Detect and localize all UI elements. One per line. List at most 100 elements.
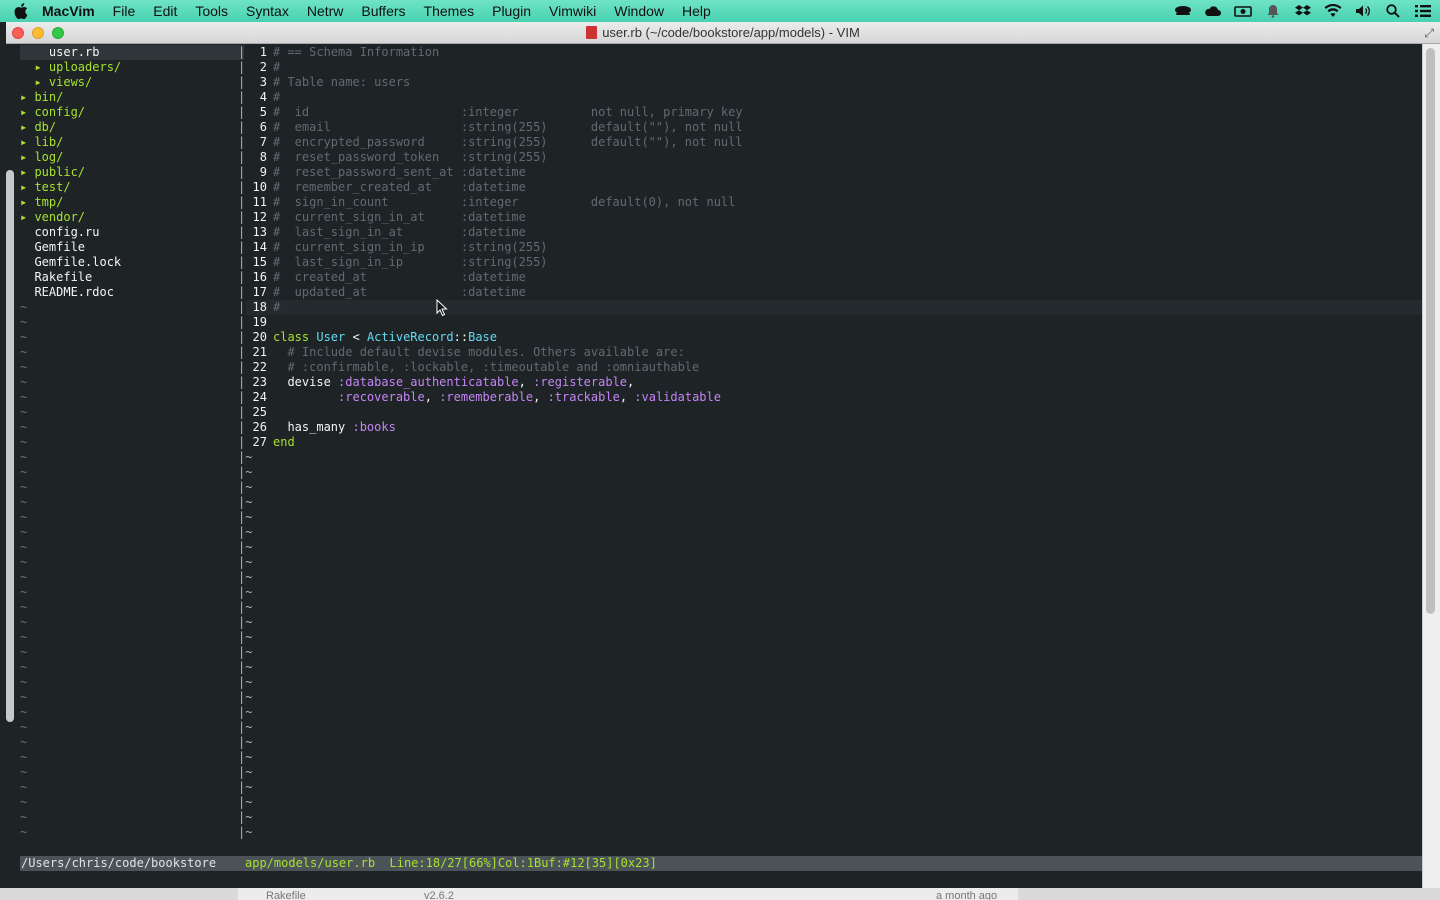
code-line[interactable]: 20 class User < ActiveRecord::Base	[246, 330, 1422, 345]
menu-themes[interactable]: Themes	[424, 3, 475, 19]
menu-edit[interactable]: Edit	[153, 3, 177, 19]
tree-directory[interactable]: ▸ views/	[20, 75, 244, 90]
tree-directory[interactable]: ▸ test/	[20, 180, 244, 195]
empty-line-marker: ~	[20, 480, 28, 494]
tree-file[interactable]: user.rb	[20, 45, 244, 60]
code-line[interactable]: 22 # :confirmable, :lockable, :timeoutab…	[246, 360, 1422, 375]
code-line[interactable]: 19	[246, 315, 1422, 330]
menu-syntax[interactable]: Syntax	[246, 3, 289, 19]
menu-window[interactable]: Window	[614, 3, 664, 19]
wifi-icon[interactable]	[1324, 4, 1342, 18]
empty-line-marker: ~	[20, 690, 28, 704]
document-icon[interactable]	[586, 26, 598, 39]
tree-entry-label: ▸ tmp/	[20, 195, 64, 209]
code-line[interactable]: 27 end	[246, 435, 1422, 450]
code-line[interactable]: 7 # encrypted_password :string(255) defau…	[246, 135, 1422, 150]
code-line[interactable]: 4 #	[246, 90, 1422, 105]
tree-directory[interactable]: ▸ tmp/	[20, 195, 244, 210]
menu-vimwiki[interactable]: Vimwiki	[549, 3, 596, 19]
code-token: class	[273, 330, 317, 344]
menu-file[interactable]: File	[113, 3, 136, 19]
split-separator-segment: |~	[238, 540, 253, 554]
code-token: # encrypted_password :string(255) defaul…	[273, 135, 743, 149]
menu-app-name[interactable]: MacVim	[42, 3, 95, 19]
menu-buffers[interactable]: Buffers	[361, 3, 405, 19]
code-line[interactable]: 2 #	[246, 60, 1422, 75]
tree-directory[interactable]: ▸ lib/	[20, 135, 244, 150]
tree-directory[interactable]: ▸ config/	[20, 105, 244, 120]
code-line[interactable]: 12 # current_sign_in_at :datetime	[246, 210, 1422, 225]
vertical-split-separator[interactable]: | | | | | | | | | | | | | | | | | | | | | | | | | | | |~ |~ |~ |~ |~ |~ |…	[238, 45, 253, 840]
code-token: # reset_password_sent_at :datetime	[273, 165, 526, 179]
empty-line-marker: ~	[20, 450, 28, 464]
menu-help[interactable]: Help	[682, 3, 711, 19]
empty-line-marker: ~	[20, 825, 28, 839]
menu-tools[interactable]: Tools	[195, 3, 228, 19]
empty-line-marker: ~	[20, 675, 28, 689]
camera-icon[interactable]	[1234, 5, 1252, 17]
empty-line-marker: ~	[20, 435, 28, 449]
menu-plugin[interactable]: Plugin	[492, 3, 531, 19]
tree-entry-label: config.ru	[20, 225, 100, 239]
tree-directory[interactable]: ▸ uploaders/	[20, 60, 244, 75]
tree-directory[interactable]: ▸ public/	[20, 165, 244, 180]
code-line[interactable]: 21 # Include default devise modules. Oth…	[246, 345, 1422, 360]
status-line-file-info: app/models/user.rb Line:18/27[66%]Col:1B…	[245, 856, 657, 870]
code-line[interactable]: 18 #	[246, 300, 1422, 315]
spotlight-icon[interactable]	[1384, 4, 1402, 18]
editor-pane[interactable]: 1 # == Schema Information 2 #3 # Table name:…	[246, 45, 1422, 450]
tree-directory[interactable]: ▸ log/	[20, 150, 244, 165]
code-token: ,	[627, 375, 635, 389]
code-line[interactable]: 23 devise :database_authenticatable, :re…	[246, 375, 1422, 390]
left-scrollbar[interactable]	[6, 170, 14, 722]
tree-directory[interactable]: ▸ vendor/	[20, 210, 244, 225]
code-line[interactable]: 6 # email :string(255) default(""), not n…	[246, 120, 1422, 135]
line-number: 7	[259, 135, 267, 149]
code-line[interactable]: 13 # last_sign_in_at :datetime	[246, 225, 1422, 240]
code-line[interactable]: 3 # Table name: users	[246, 75, 1422, 90]
split-separator-segment: |	[238, 210, 246, 224]
code-token: # email :string(255) default(""), not nu…	[273, 120, 743, 134]
code-line[interactable]: 10 # remember_created_at :datetime	[246, 180, 1422, 195]
tree-file[interactable]: Gemfile.lock	[20, 255, 244, 270]
code-line[interactable]: 24 :recoverable, :rememberable, :trackab…	[246, 390, 1422, 405]
fullscreen-icon[interactable]: ⤢	[1424, 26, 1434, 41]
tree-file[interactable]: Gemfile	[20, 240, 244, 255]
list-icon[interactable]	[1414, 4, 1432, 18]
dropbox-icon[interactable]	[1294, 4, 1312, 18]
tree-directory[interactable]: ▸ db/	[20, 120, 244, 135]
tree-directory[interactable]: ▸ bin/	[20, 90, 244, 105]
code-line[interactable]: 8 # reset_password_token :string(255)	[246, 150, 1422, 165]
nerdtree-panel[interactable]: user.rb ▸ uploaders/ ▸ views/▸ bin/▸ con…	[20, 45, 244, 840]
cloud-icon[interactable]	[1204, 5, 1222, 17]
right-scrollbar-thumb[interactable]	[1426, 48, 1435, 614]
volume-icon[interactable]	[1354, 4, 1372, 18]
apple-icon[interactable]	[0, 3, 42, 19]
code-line[interactable]: 5 # id :integer not null, primary key	[246, 105, 1422, 120]
code-line[interactable]: 25	[246, 405, 1422, 420]
split-separator-segment: |	[238, 255, 246, 269]
code-line[interactable]: 15 # last_sign_in_ip :string(255)	[246, 255, 1422, 270]
code-token: # remember_created_at :datetime	[273, 180, 526, 194]
glasses-icon[interactable]	[1174, 5, 1192, 17]
tree-file[interactable]: README.rdoc	[20, 285, 244, 300]
split-separator-segment: |	[238, 195, 246, 209]
split-separator-segment: |~	[238, 735, 253, 749]
split-separator-segment: |~	[238, 480, 253, 494]
bell-icon[interactable]	[1264, 4, 1282, 18]
code-token: :validatable	[634, 390, 721, 404]
code-line[interactable]: 14 # current_sign_in_ip :string(255)	[246, 240, 1422, 255]
vim-buffer-area[interactable]: user.rb ▸ uploaders/ ▸ views/▸ bin/▸ con…	[6, 44, 1422, 888]
code-line[interactable]: 26 has_many :books	[246, 420, 1422, 435]
line-number: 17	[252, 285, 267, 299]
code-line[interactable]: 9 # reset_password_sent_at :datetime	[246, 165, 1422, 180]
tree-file[interactable]: config.ru	[20, 225, 244, 240]
code-line[interactable]: 17 # updated_at :datetime	[246, 285, 1422, 300]
code-line[interactable]: 1 # == Schema Information	[246, 45, 1422, 60]
code-line[interactable]: 11 # sign_in_count :integer default(0), n…	[246, 195, 1422, 210]
code-line[interactable]: 16 # created_at :datetime	[246, 270, 1422, 285]
menu-netrw[interactable]: Netrw	[307, 3, 344, 19]
tree-file[interactable]: Rakefile	[20, 270, 244, 285]
line-number: 9	[259, 165, 267, 179]
